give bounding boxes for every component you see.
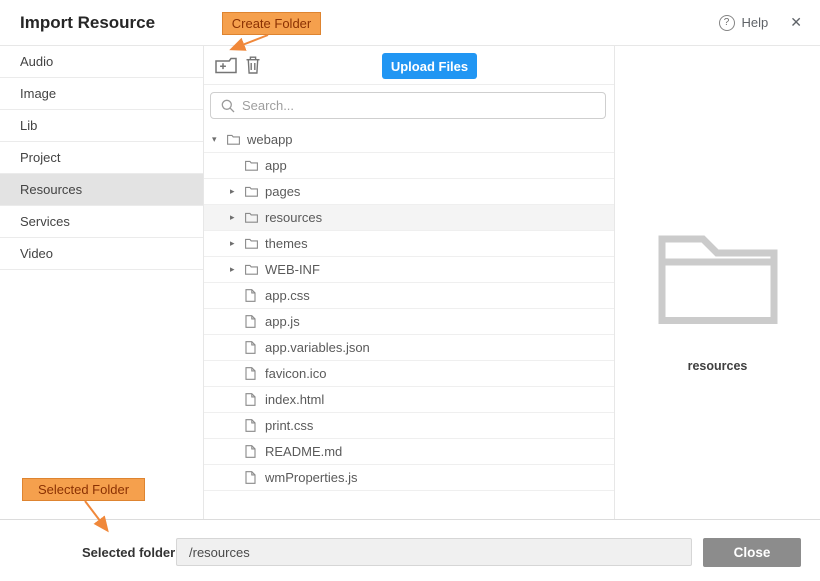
- sidebar-item-label: Resources: [20, 182, 82, 197]
- sidebar-item-label: Project: [20, 150, 60, 165]
- search-box: [210, 92, 606, 119]
- help-label: Help: [742, 15, 769, 30]
- file-icon: [245, 393, 264, 406]
- tree-item-resources[interactable]: ▸ resources: [204, 205, 614, 231]
- selected-folder-path-input[interactable]: [176, 538, 692, 566]
- file-browser-panel: Upload Files ▾ webapp: [204, 46, 615, 519]
- tree-item-label: README.md: [264, 444, 342, 459]
- create-folder-arrow: [218, 34, 278, 56]
- close-icon[interactable]: ✕: [790, 14, 802, 31]
- toolbar-icons: [215, 55, 261, 75]
- file-icon: [245, 289, 264, 302]
- sidebar-item-label: Services: [20, 214, 70, 229]
- sidebar-item-label: Image: [20, 86, 56, 101]
- tree-item-label: app.css: [264, 288, 310, 303]
- search-icon: [221, 99, 235, 113]
- tree-item-readme-md[interactable]: README.md: [204, 439, 614, 465]
- tree-item-label: webapp: [246, 132, 293, 147]
- caret-right-icon[interactable]: ▸: [230, 187, 245, 196]
- create-folder-callout: Create Folder: [222, 12, 321, 35]
- caret-right-icon[interactable]: ▸: [230, 239, 245, 248]
- file-icon: [245, 315, 264, 328]
- search-row: [204, 85, 614, 127]
- tree-item-webapp[interactable]: ▾ webapp: [204, 127, 614, 153]
- folder-icon: [245, 264, 264, 275]
- tree-item-app-variables-json[interactable]: app.variables.json: [204, 335, 614, 361]
- sidebar-item-services[interactable]: Services: [0, 206, 203, 238]
- trash-icon[interactable]: [245, 55, 261, 75]
- sidebar-item-label: Lib: [20, 118, 37, 133]
- tree-item-label: app.js: [264, 314, 300, 329]
- big-folder-icon: [656, 232, 780, 329]
- selected-folder-callout: Selected Folder: [22, 478, 145, 501]
- tree-item-favicon-ico[interactable]: favicon.ico: [204, 361, 614, 387]
- file-icon: [245, 341, 264, 354]
- file-icon: [245, 367, 264, 380]
- selected-folder-arrow: [76, 500, 126, 540]
- folder-icon: [245, 212, 264, 223]
- tree-item-index-html[interactable]: index.html: [204, 387, 614, 413]
- tree-item-label: index.html: [264, 392, 324, 407]
- sidebar-item-project[interactable]: Project: [0, 142, 203, 174]
- question-circle-icon: ?: [719, 15, 735, 31]
- import-resource-dialog: Import Resource ? Help ✕ Audio Image Lib…: [0, 0, 820, 581]
- tree-item-web-inf[interactable]: ▸ WEB-INF: [204, 257, 614, 283]
- tree-item-wmproperties-js[interactable]: wmProperties.js: [204, 465, 614, 491]
- folder-icon: [227, 134, 246, 145]
- tree-item-app[interactable]: app: [204, 153, 614, 179]
- folder-icon: [245, 238, 264, 249]
- header-actions: ? Help ✕: [719, 14, 802, 31]
- search-input[interactable]: [242, 98, 595, 113]
- close-button[interactable]: Close: [703, 538, 801, 567]
- folder-icon: [245, 160, 264, 171]
- help-button[interactable]: ? Help: [719, 15, 769, 31]
- dialog-header: Import Resource ? Help ✕: [0, 0, 820, 46]
- sidebar-item-image[interactable]: Image: [0, 78, 203, 110]
- tree-item-label: WEB-INF: [264, 262, 320, 277]
- tree-item-label: favicon.ico: [264, 366, 326, 381]
- dialog-body: Audio Image Lib Project Resources Servic…: [0, 46, 820, 519]
- caret-right-icon[interactable]: ▸: [230, 265, 245, 274]
- tree-item-label: app: [264, 158, 287, 173]
- caret-right-icon[interactable]: ▸: [230, 213, 245, 222]
- file-icon: [245, 445, 264, 458]
- tree-item-app-css[interactable]: app.css: [204, 283, 614, 309]
- sidebar-item-audio[interactable]: Audio: [0, 46, 203, 78]
- sidebar-item-resources[interactable]: Resources: [0, 174, 203, 206]
- folder-icon: [245, 186, 264, 197]
- sidebar-item-video[interactable]: Video: [0, 238, 203, 270]
- selected-folder-label: Selected folder:: [82, 545, 180, 560]
- tree-item-label: pages: [264, 184, 300, 199]
- tree-item-label: themes: [264, 236, 308, 251]
- sidebar-item-lib[interactable]: Lib: [0, 110, 203, 142]
- tree-item-themes[interactable]: ▸ themes: [204, 231, 614, 257]
- selection-preview-panel[interactable]: resources: [615, 46, 820, 519]
- file-icon: [245, 419, 264, 432]
- sidebar-item-label: Audio: [20, 54, 53, 69]
- tree-item-label: resources: [264, 210, 322, 225]
- preview-folder-name: resources: [615, 359, 820, 373]
- category-sidebar: Audio Image Lib Project Resources Servic…: [0, 46, 204, 519]
- tree-item-label: app.variables.json: [264, 340, 370, 355]
- file-tree: ▾ webapp app ▸ pages ▸ resou: [204, 127, 614, 519]
- tree-item-print-css[interactable]: print.css: [204, 413, 614, 439]
- tree-item-label: print.css: [264, 418, 313, 433]
- file-icon: [245, 471, 264, 484]
- sidebar-item-label: Video: [20, 246, 53, 261]
- tree-item-app-js[interactable]: app.js: [204, 309, 614, 335]
- tree-item-label: wmProperties.js: [264, 470, 357, 485]
- page-title: Import Resource: [20, 13, 155, 33]
- caret-down-icon[interactable]: ▾: [212, 135, 227, 144]
- upload-files-button[interactable]: Upload Files: [382, 53, 477, 79]
- create-folder-icon[interactable]: [215, 57, 237, 74]
- tree-item-pages[interactable]: ▸ pages: [204, 179, 614, 205]
